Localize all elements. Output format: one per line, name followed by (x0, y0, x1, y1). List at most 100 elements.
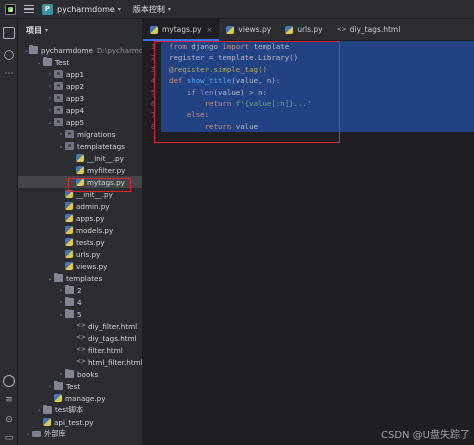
chevron-right-icon[interactable]: › (46, 107, 54, 114)
tree-item-label: filter.html (88, 345, 123, 355)
tree-item[interactable]: ⌄ 5 (18, 308, 142, 320)
html-file-icon: <> (76, 358, 87, 365)
tree-item-path: D:\pycharmdom (96, 45, 143, 55)
tree-item[interactable]: admin.py (18, 200, 142, 212)
python-file-icon (65, 238, 73, 246)
tree-item-label: test脚本 (55, 405, 84, 414)
tree-item[interactable]: urls.py (18, 248, 142, 260)
terminal-icon[interactable]: ▭ (3, 433, 15, 445)
tree-item[interactable]: ⌄pycharmdomeD:\pycharmdom (18, 44, 143, 56)
tree-item[interactable]: manage.py (18, 392, 142, 404)
tree-item[interactable]: __init__.py (18, 152, 142, 164)
chevron-down-icon[interactable]: ⌄ (46, 119, 54, 126)
chevron-right-icon[interactable]: › (35, 407, 43, 414)
tree-item-label: admin.py (76, 201, 110, 211)
tree-item[interactable]: › 外部库 (18, 428, 142, 440)
editor-tab[interactable]: urls.py (278, 19, 329, 41)
tree-item[interactable]: › app1 (18, 68, 142, 80)
python-packages-icon[interactable] (3, 375, 15, 387)
folder-icon (65, 284, 74, 294)
tree-item[interactable]: views.py (18, 260, 142, 272)
folder-icon (65, 368, 74, 378)
chevron-down-icon[interactable]: ▾ (118, 6, 121, 13)
chevron-down-icon[interactable]: ⌄ (57, 143, 65, 150)
tree-item-label: apps.py (76, 213, 105, 223)
python-file-icon (65, 214, 73, 222)
tree-item[interactable]: <> diy_filter.html (18, 320, 142, 332)
tree-item-label: app3 (66, 93, 85, 103)
tree-item[interactable]: › app3 (18, 92, 142, 104)
chevron-down-icon[interactable]: ▾ (168, 6, 171, 13)
main-menu-icon[interactable] (24, 5, 34, 13)
tree-item-label: 4 (77, 297, 82, 307)
tree-item[interactable]: <> filter.html (18, 344, 142, 356)
tree-item[interactable]: ⌄ Test (18, 56, 142, 68)
structure-icon[interactable] (4, 50, 14, 60)
chevron-down-icon[interactable]: ⌄ (35, 59, 43, 66)
pycharm-logo-icon (5, 3, 16, 15)
chevron-right-icon[interactable]: › (57, 371, 65, 378)
editor-tab-label: mytags.py (162, 25, 202, 34)
tree-item[interactable]: ⌄ app5 (18, 116, 142, 128)
python-file-icon (43, 418, 51, 426)
chevron-down-icon[interactable]: ▾ (45, 27, 48, 34)
chevron-right-icon[interactable]: › (57, 287, 65, 294)
html-file-icon: <> (76, 346, 87, 353)
tree-item[interactable]: › test脚本 (18, 404, 142, 416)
chevron-right-icon[interactable]: › (24, 431, 32, 438)
chevron-down-icon[interactable]: ⌄ (46, 275, 54, 282)
editor-tab[interactable]: <> diy_tags.html (330, 19, 408, 41)
python-file-icon (65, 250, 73, 258)
package-icon (54, 70, 63, 78)
close-icon[interactable]: × (207, 26, 213, 34)
tree-item[interactable]: › migrations (18, 128, 142, 140)
package-icon (54, 82, 63, 90)
tree-item-label: urls.py (76, 249, 101, 259)
tree-item[interactable]: › 2 (18, 284, 142, 296)
chevron-right-icon[interactable]: › (46, 383, 54, 390)
highlight-box (154, 41, 340, 143)
editor-tab-label: urls.py (297, 25, 323, 34)
package-icon (65, 142, 74, 150)
python-file-icon (76, 154, 84, 162)
tree-item[interactable]: apps.py (18, 212, 142, 224)
tree-item[interactable]: <> diy_tags.html (18, 332, 142, 344)
tree-item[interactable]: ⌄ templatetags (18, 140, 142, 152)
python-file-icon (150, 25, 158, 34)
editor-tab-label: diy_tags.html (349, 25, 401, 34)
chevron-right-icon[interactable]: › (46, 83, 54, 90)
editor-tab[interactable]: views.py (219, 19, 278, 41)
project-name[interactable]: pycharmdome (57, 5, 115, 14)
more-icon[interactable]: ⋯ (3, 69, 15, 81)
vcs-menu[interactable]: 版本控制 (133, 4, 165, 15)
problems-icon[interactable]: ⊙ (3, 415, 15, 427)
project-folder-icon[interactable] (3, 27, 15, 39)
tree-item-label: views.py (76, 261, 108, 271)
project-badge[interactable]: P (42, 3, 53, 15)
tree-item[interactable]: › app4 (18, 104, 142, 116)
tree-item[interactable]: › 4 (18, 296, 142, 308)
folder-icon (54, 380, 63, 390)
tree-item[interactable]: › app2 (18, 80, 142, 92)
python-file-icon (285, 25, 294, 34)
editor-tab[interactable]: mytags.py × (143, 18, 220, 41)
chevron-right-icon[interactable]: › (57, 131, 65, 138)
python-console-icon[interactable]: ≡ (3, 395, 15, 407)
panel-title[interactable]: 项目 (26, 25, 42, 36)
tree-item-label: books (77, 369, 99, 379)
chevron-down-icon[interactable]: ⌄ (57, 311, 65, 318)
title-bar: P pycharmdome ▾ 版本控制 ▾ (0, 0, 474, 19)
tree-item[interactable]: <> html_filter.html (18, 356, 142, 368)
tree-item[interactable]: › books (18, 368, 142, 380)
tree-item[interactable]: › Test (18, 380, 142, 392)
chevron-right-icon[interactable]: › (57, 299, 65, 306)
chevron-right-icon[interactable]: › (46, 95, 54, 102)
highlight-box (68, 178, 131, 192)
tree-item[interactable]: models.py (18, 224, 142, 236)
chevron-right-icon[interactable]: › (46, 71, 54, 78)
tree-item-label: diy_tags.html (88, 333, 137, 343)
tree-item[interactable]: api_test.py (18, 416, 142, 428)
tree-item[interactable]: tests.py (18, 236, 142, 248)
tree-item[interactable]: myfilter.py (18, 164, 142, 176)
tree-item[interactable]: ⌄ templates (18, 272, 142, 284)
